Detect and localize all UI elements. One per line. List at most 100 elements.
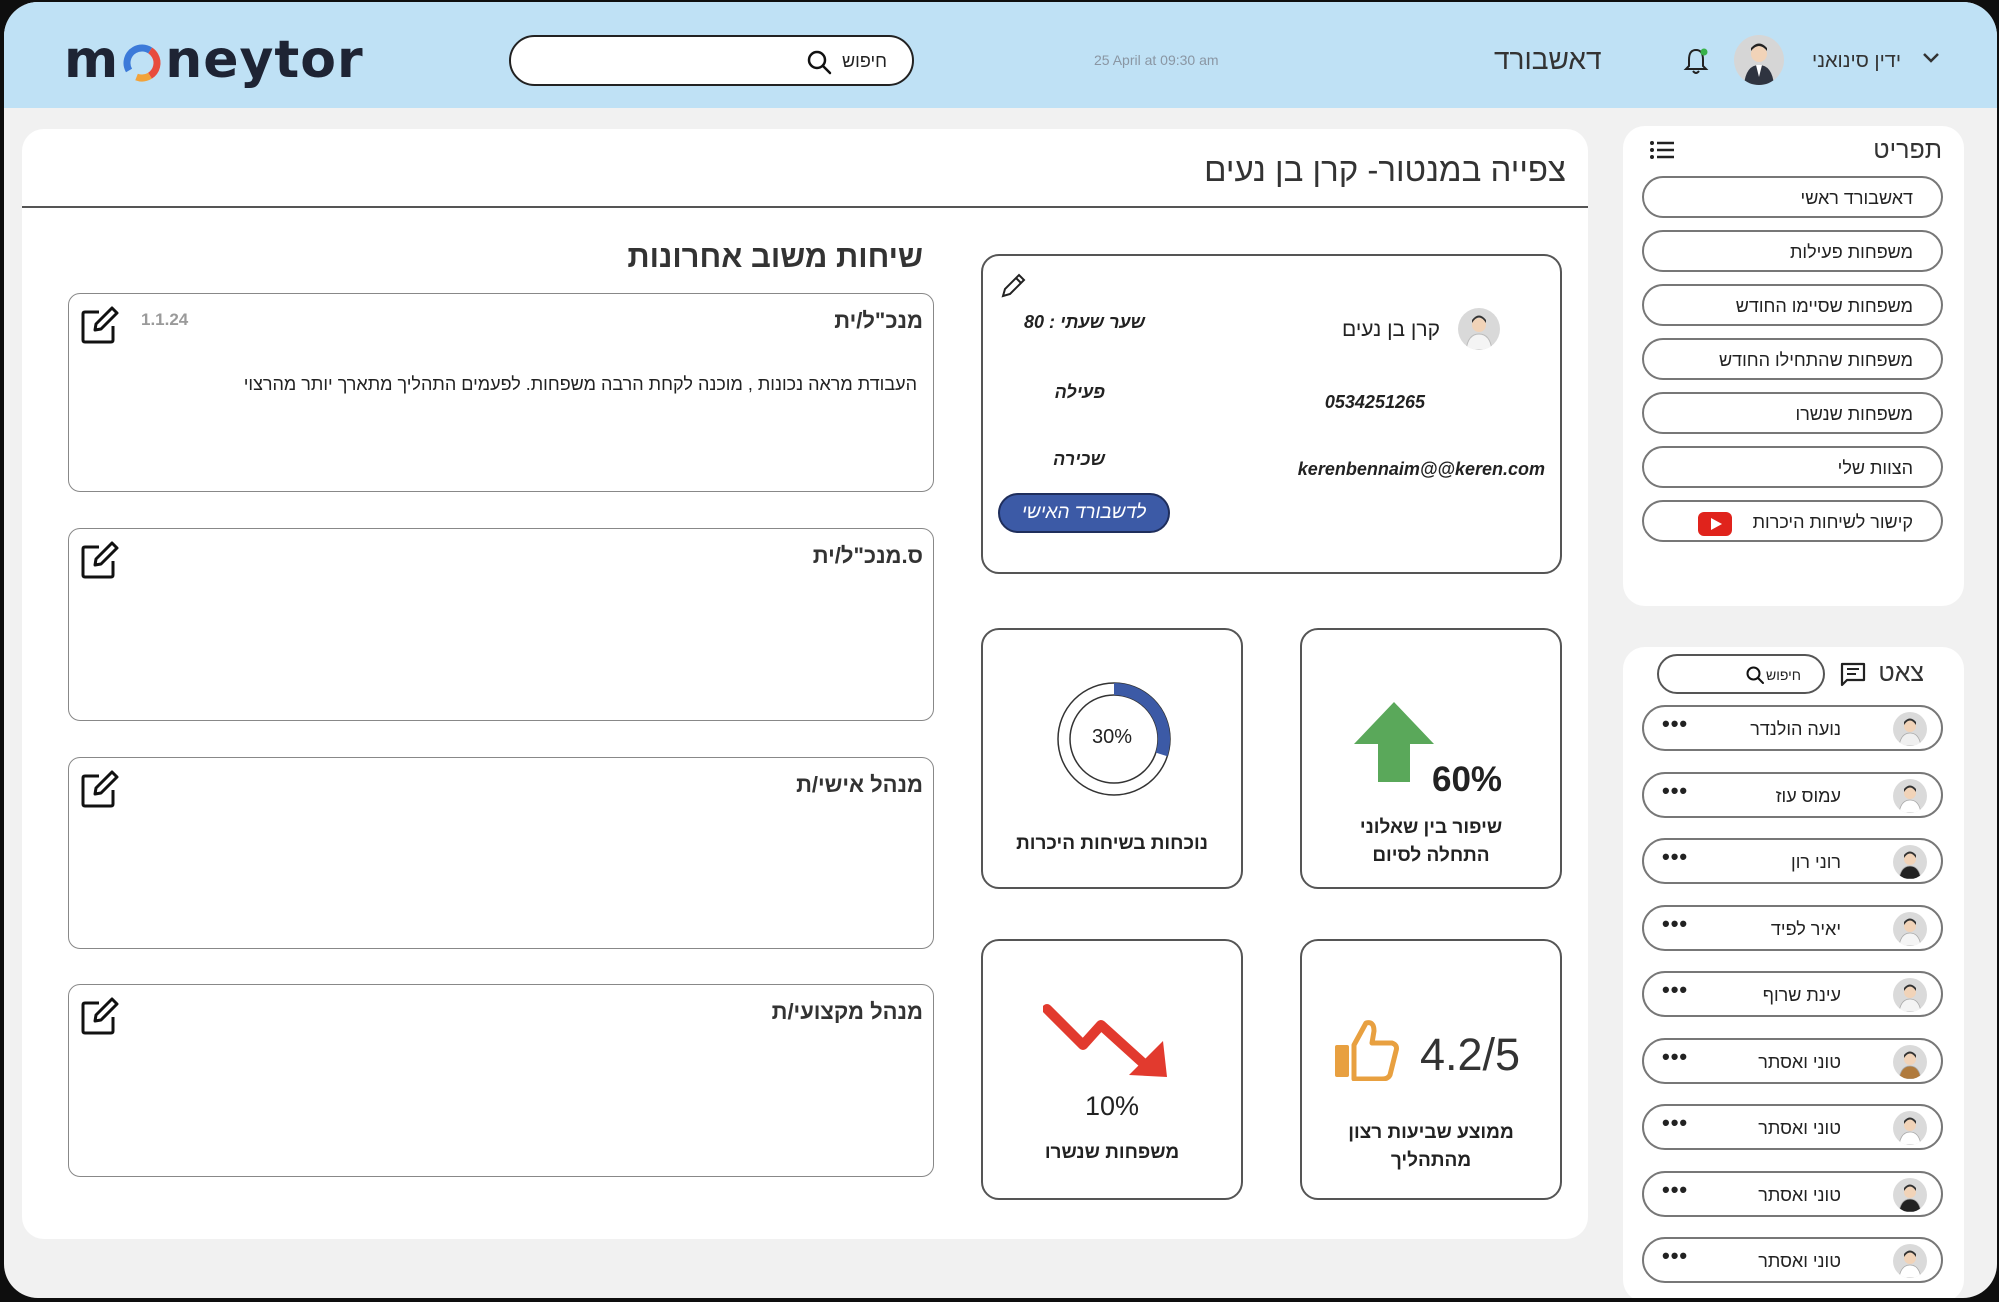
satisfaction-label-line1: ממוצע שביעות רצון (1348, 1122, 1514, 1143)
edit-icon[interactable] (79, 995, 121, 1037)
attendance-value: 30% (1091, 726, 1133, 748)
menu-item-label: דאשבורד ראשי (1800, 188, 1913, 208)
person-icon (1898, 1051, 1922, 1079)
improvement-card: 60% שיפור בין שאלוני התחלה לסיום (1300, 628, 1562, 889)
more-options-icon[interactable]: ••• (1662, 977, 1688, 1003)
attendance-label: נוכחות בשיחות היכרות (1016, 833, 1208, 854)
person-icon (1898, 918, 1922, 946)
contact-avatar (1893, 978, 1927, 1012)
chat-bubble-icon[interactable] (1839, 661, 1867, 689)
person-icon (1898, 1250, 1922, 1278)
app-window: m neytor חיפוש 25 April at 09:30 am דאשב… (4, 2, 1997, 1298)
dropped-label: משפחות שנשרו (1044, 1142, 1180, 1163)
menu-item-label: משפחות פעילות (1789, 242, 1913, 262)
chat-contact[interactable]: יאיר לפיד ••• (1642, 904, 1943, 951)
menu-item-active-families[interactable]: משפחות פעילות (1642, 230, 1943, 272)
menu-item-label: הצוות שלי (1837, 458, 1913, 478)
contact-avatar (1893, 778, 1927, 813)
contact-avatar (1893, 911, 1927, 946)
contact-avatar (1893, 1177, 1927, 1212)
user-name: ידין סינואני (1812, 50, 1902, 72)
chat-contact[interactable]: עמוס עוז ••• (1642, 771, 1943, 818)
feedback-role: מנהל אישי/ת (796, 772, 923, 797)
arrow-up-icon (1354, 702, 1434, 782)
satisfaction-card: 4.2/5 ממוצע שביעות רצון מהתהליך (1300, 939, 1562, 1200)
logo[interactable]: m neytor (64, 30, 364, 90)
chat-contact[interactable]: טוני ואסתר ••• (1642, 1104, 1943, 1150)
satisfaction-label-line2: מהתהליך (1390, 1150, 1472, 1171)
contact-name: עמוס עוז (1775, 785, 1841, 806)
more-options-icon[interactable]: ••• (1662, 1243, 1688, 1269)
contact-name: רוני רון (1791, 852, 1841, 872)
bell-icon[interactable] (1682, 46, 1710, 76)
person-icon (1898, 1117, 1922, 1145)
more-options-icon[interactable]: ••• (1662, 711, 1688, 737)
feedback-role: מנכ"ל/ית (834, 308, 923, 333)
menu-item-main-dashboard[interactable]: דאשבורד ראשי (1642, 176, 1943, 218)
menu-item-started-families[interactable]: משפחות שהתחילו החודש (1642, 338, 1943, 380)
edit-icon[interactable] (79, 539, 121, 581)
more-options-icon[interactable]: ••• (1662, 844, 1688, 870)
menu-item-dropped-families[interactable]: משפחות שנשרו (1642, 392, 1943, 434)
email-address: kerenbennaim@@keren.com (1297, 459, 1545, 479)
phone-number: 0534251265 (1324, 392, 1425, 412)
menu-title: תפריט (1873, 136, 1942, 164)
feedback-card-deputy-ceo: ס.מנכ"ל/ית (68, 528, 934, 721)
menu-item-finished-families[interactable]: משפחות שסיימו החודש (1642, 284, 1943, 326)
person-icon (1898, 851, 1922, 879)
more-options-icon[interactable]: ••• (1662, 1177, 1688, 1203)
more-options-icon[interactable]: ••• (1662, 1110, 1688, 1136)
attendance-card: 30% נוכחות בשיחות היכרות (981, 628, 1243, 889)
contact-name: טוני ואסתר (1758, 1184, 1841, 1205)
contact-avatar (1893, 1244, 1927, 1278)
pencil-icon[interactable] (998, 271, 1028, 301)
menu-item-intro-calls-link[interactable]: קישור לשיחות היכרות (1642, 500, 1943, 542)
contact-name: טוני ואסתר (1758, 1051, 1841, 1072)
chevron-down-icon[interactable] (1922, 52, 1940, 64)
logo-text-start: m (64, 30, 120, 90)
chat-search-input[interactable]: חיפוש (1657, 654, 1825, 694)
feedback-card-ceo: מנכ"ל/ית 1.1.24 העבודת מראה נכונות , מוכ… (68, 293, 934, 492)
thumbs-up-icon (1335, 1020, 1399, 1081)
improvement-label-line1: שיפור בין שאלוני (1359, 817, 1503, 838)
feedback-role: מנהל מקצועי/ת (771, 999, 923, 1024)
mentor-name: קרן בן נעים (1342, 318, 1440, 341)
search-input[interactable]: חיפוש (509, 35, 914, 86)
contact-name: טוני ואסתר (1758, 1251, 1841, 1271)
chat-contact[interactable]: רוני רון ••• (1642, 838, 1943, 884)
contact-name: נועה הולנדר (1750, 719, 1841, 739)
feedback-section-title: שיחות משוב אחרונות (627, 239, 923, 274)
chat-contact[interactable]: טוני ואסתר ••• (1642, 1170, 1943, 1217)
side-menu: תפריט דאשבורד ראשי משפחות פעילות משפחות … (1623, 126, 1964, 606)
person-icon (1744, 43, 1774, 85)
status-text: פעילה (1054, 382, 1105, 402)
user-avatar[interactable] (1734, 35, 1784, 85)
title-divider (22, 206, 1588, 208)
dropped-value: 10% (1084, 1091, 1140, 1121)
more-options-icon[interactable]: ••• (1662, 778, 1688, 804)
personal-dashboard-button[interactable]: לדשבורד האישי (998, 493, 1170, 533)
chat-contact[interactable]: נועה הולנדר ••• (1642, 705, 1943, 751)
top-bar: m neytor חיפוש 25 April at 09:30 am דאשב… (4, 2, 1997, 108)
edit-icon[interactable] (79, 304, 121, 346)
feedback-text: העבודת מראה נכונות , מוכנה לקחת הרבה משפ… (243, 374, 917, 394)
menu-list-icon[interactable] (1649, 140, 1675, 160)
contact-avatar (1893, 845, 1927, 879)
chat-contact[interactable]: טוני ואסתר ••• (1642, 1037, 1943, 1084)
edit-icon[interactable] (79, 768, 121, 810)
page-title: צפייה במנטור- קרן בן נעים (1204, 151, 1566, 188)
chat-contact[interactable]: טוני ואסתר ••• (1642, 1237, 1943, 1283)
youtube-icon (1698, 512, 1732, 536)
dropped-families-card: 10% משפחות שנשרו (981, 939, 1243, 1200)
menu-item-label: משפחות שהתחילו החודש (1718, 350, 1913, 370)
mentor-profile-card: קרן בן נעים שער שעתי : 80 0534251265 פעי… (981, 254, 1562, 574)
mentor-avatar (1458, 308, 1500, 350)
more-options-icon[interactable]: ••• (1662, 1044, 1688, 1070)
feedback-card-professional-manager: מנהל מקצועי/ת (68, 984, 934, 1177)
menu-item-my-team[interactable]: הצוות שלי (1642, 446, 1943, 488)
more-options-icon[interactable]: ••• (1662, 911, 1688, 937)
contact-avatar (1893, 1111, 1927, 1145)
feedback-role: ס.מנכ"ל/ית (812, 543, 923, 568)
dashboard-link[interactable]: דאשבורד (1494, 44, 1601, 76)
chat-contact[interactable]: עינת שרוף ••• (1642, 971, 1943, 1017)
